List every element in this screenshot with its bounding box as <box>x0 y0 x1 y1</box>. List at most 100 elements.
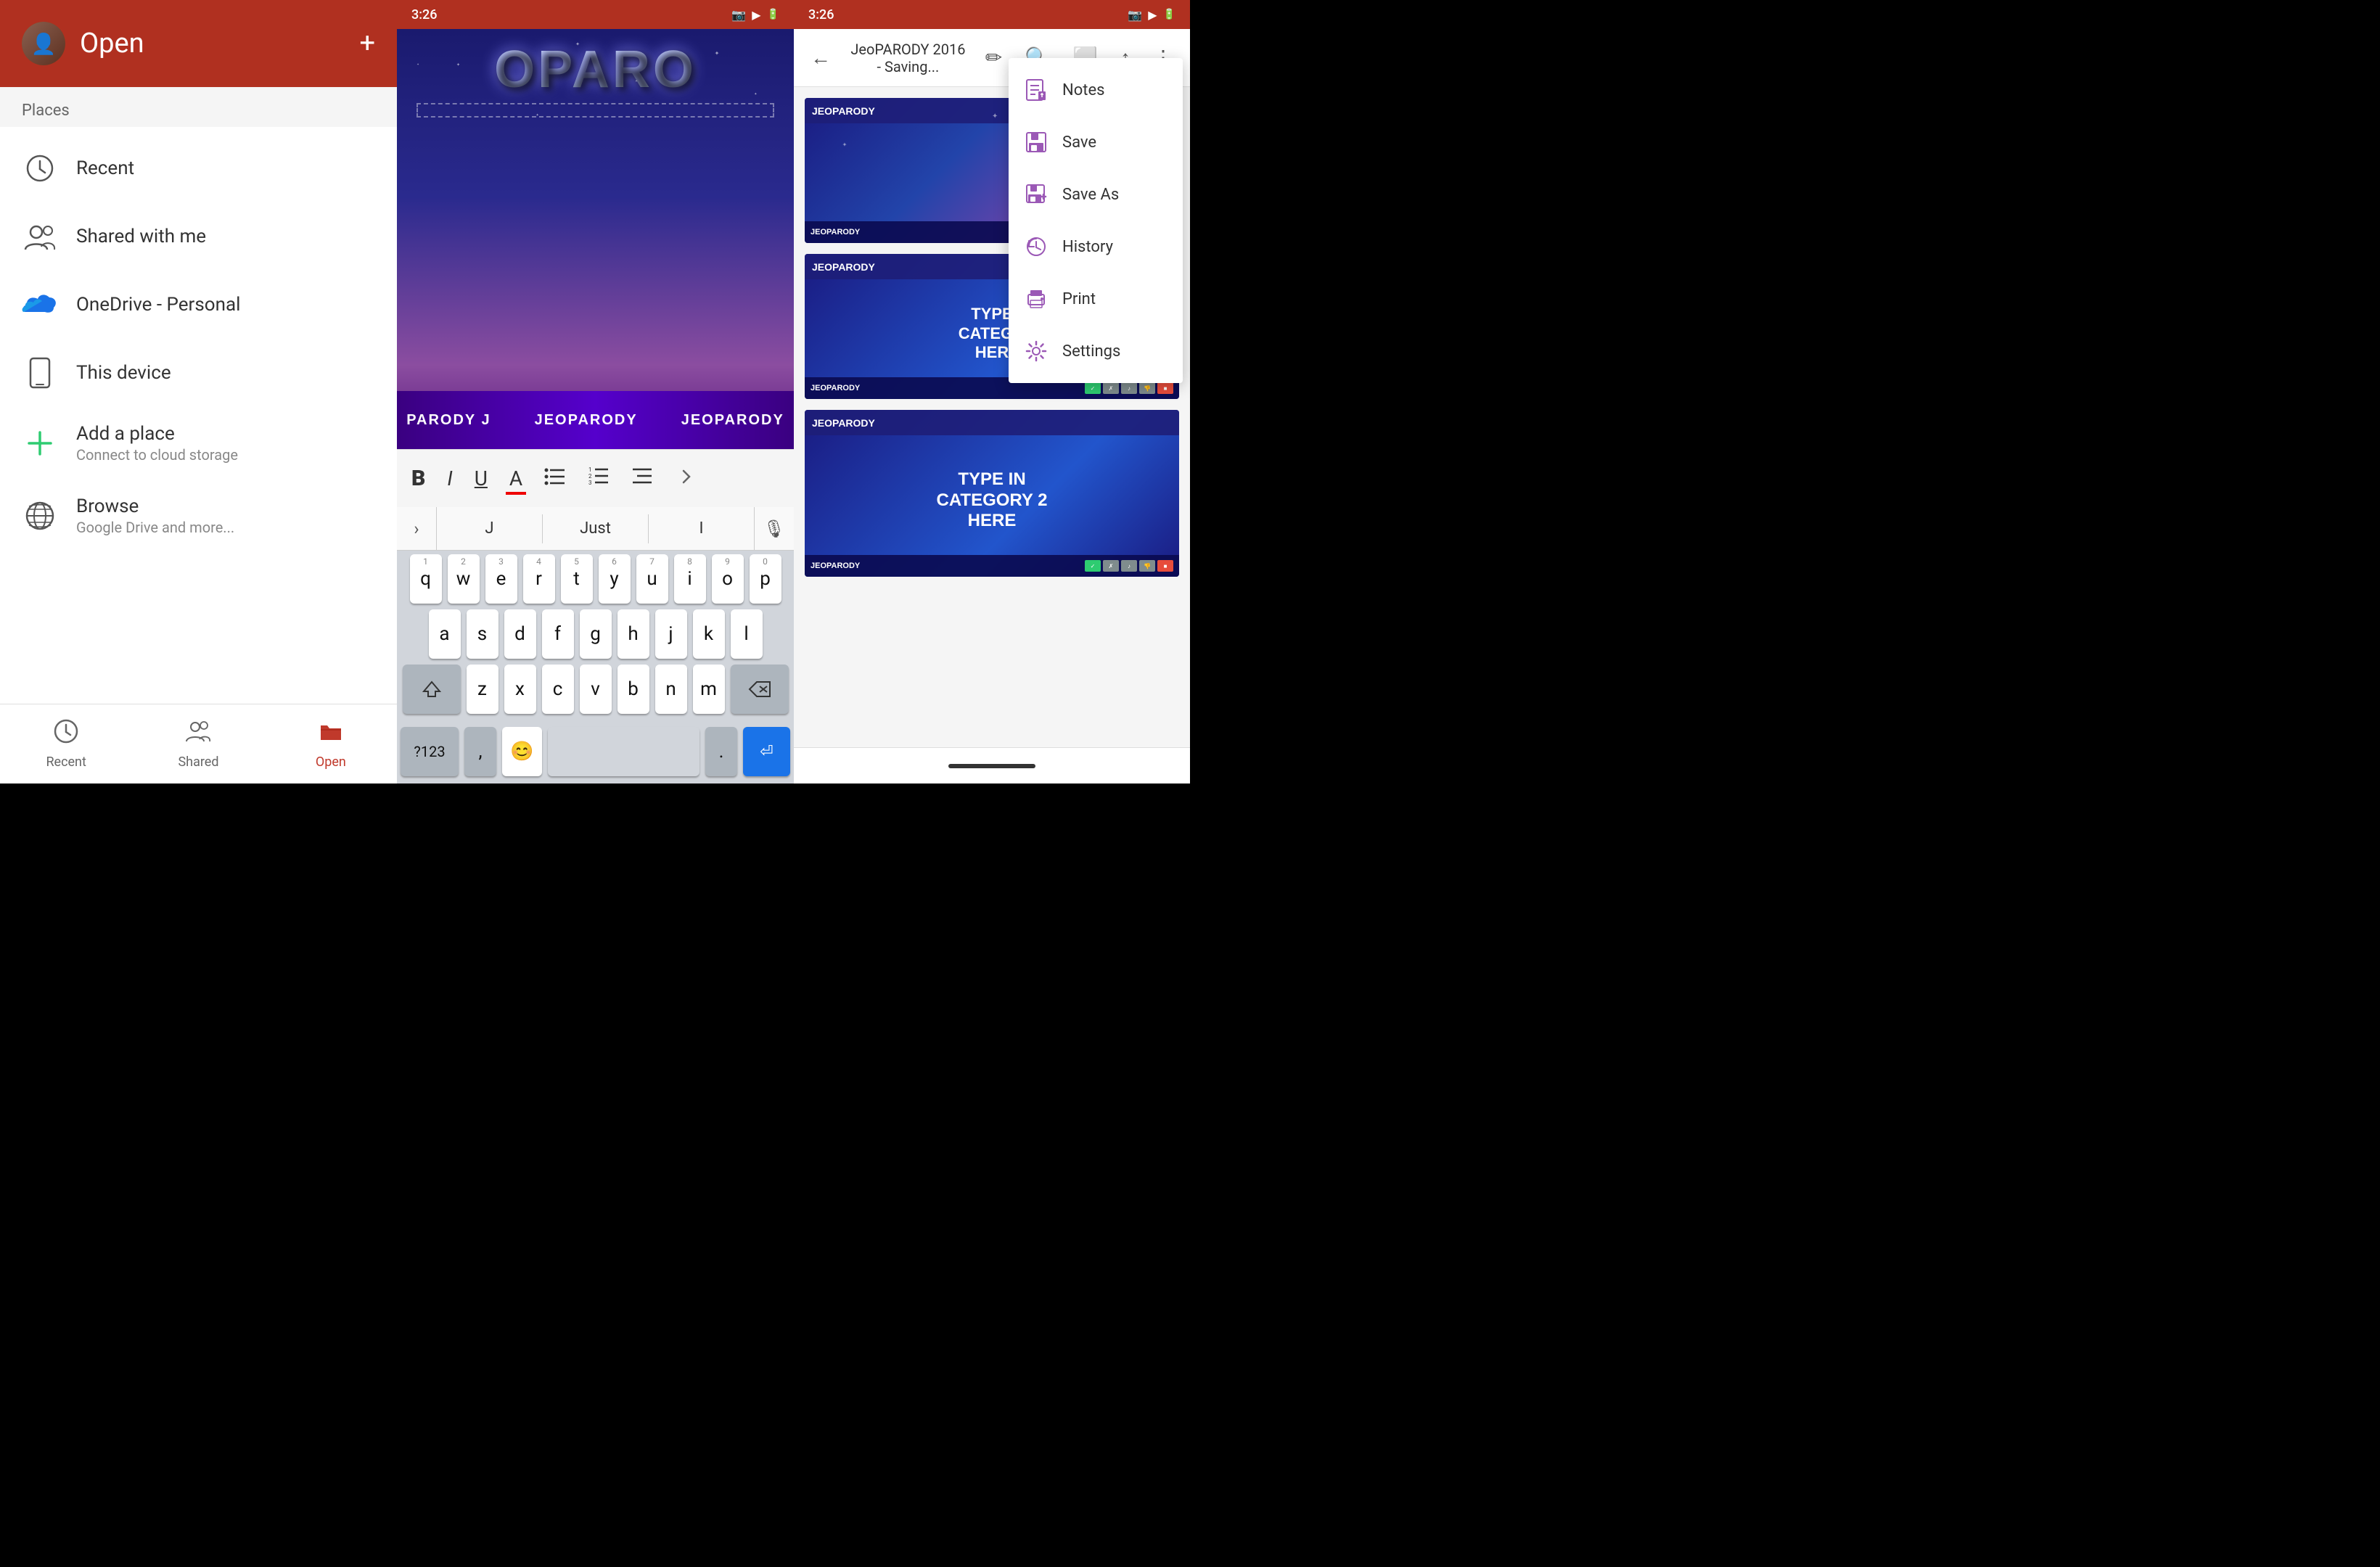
dropdown-print[interactable]: Print <box>1009 273 1183 325</box>
page-title: Open <box>80 28 345 59</box>
slide-2-btn-wrong[interactable]: ✗ <box>1103 382 1119 394</box>
slide-2-btn-boo[interactable]: 👎 <box>1139 382 1155 394</box>
dropdown-settings[interactable]: Settings <box>1009 325 1183 377</box>
key-g[interactable]: g <box>580 609 612 659</box>
indent-button[interactable] <box>628 462 657 495</box>
back-button[interactable]: ← <box>805 40 837 75</box>
slide-3-btn-boo[interactable]: 👎 <box>1139 560 1155 572</box>
panel2-statusbar: 3:26 📷 ▶ 🔋 <box>397 0 794 29</box>
key-h[interactable]: h <box>617 609 649 659</box>
slide-3-btn-silence[interactable]: ■ <box>1157 560 1173 572</box>
edit-button[interactable]: ✏ <box>980 40 1008 75</box>
slide-edit-area[interactable]: ✦ ✦ ✦ ✦ ✦ ✦ ✦ OPARO PARODY J JEOPARODY J… <box>397 29 794 449</box>
bottom-nav-open[interactable]: Open <box>265 704 397 784</box>
symbols-key[interactable]: ?123 <box>401 727 459 776</box>
numbered-list-button[interactable]: 1 2 3 <box>584 462 613 495</box>
key-o[interactable]: 9o <box>712 554 744 604</box>
slide-3-btn-wrong[interactable]: ✗ <box>1103 560 1119 572</box>
suggestion-just[interactable]: Just <box>543 519 648 538</box>
key-a[interactable]: a <box>429 609 461 659</box>
bottom-nav-shared[interactable]: Shared <box>132 704 264 784</box>
suggestion-arrow[interactable]: › <box>397 507 437 550</box>
key-row-1: 1q 2w 3e 4r 5t 6y 7u 8i 9o 0p <box>401 554 790 604</box>
key-j[interactable]: j <box>655 609 687 659</box>
key-b[interactable]: b <box>617 665 649 714</box>
color-button[interactable]: A <box>506 463 526 495</box>
key-y[interactable]: 6y <box>599 554 631 604</box>
recent-nav-label: Recent <box>46 754 86 770</box>
slide-2-btn-cheer[interactable]: ♪ <box>1121 382 1137 394</box>
dropdown-notes[interactable]: Notes <box>1009 64 1183 116</box>
add-place-icon <box>22 425 58 461</box>
nav-item-shared[interactable]: Shared with me <box>0 202 397 271</box>
dropdown-saveas[interactable]: Save As <box>1009 168 1183 221</box>
key-r[interactable]: 4r <box>523 554 555 604</box>
key-f[interactable]: f <box>542 609 574 659</box>
nav-item-add-place[interactable]: Add a place Connect to cloud storage <box>0 407 397 480</box>
key-p[interactable]: 0p <box>750 554 781 604</box>
enter-key[interactable]: ⏎ <box>743 727 790 776</box>
shared-label: Shared with me <box>76 226 206 247</box>
emoji-key[interactable]: 😊 <box>502 727 542 776</box>
nav-item-browse[interactable]: Browse Google Drive and more... <box>0 480 397 552</box>
dropdown-history[interactable]: History <box>1009 221 1183 273</box>
svg-text:3: 3 <box>588 480 592 486</box>
nav-list: Recent Shared with me <box>0 127 397 704</box>
slide-3-footer: JEOPARODY ✓ ✗ ♪ 👎 ■ <box>805 555 1179 577</box>
nav-item-device[interactable]: This device <box>0 339 397 407</box>
key-k[interactable]: k <box>693 609 725 659</box>
slide-thumb-3[interactable]: JEOPARODY TYPE INCATEGORY 2HERE JEOPAROD… <box>805 410 1179 577</box>
avatar[interactable]: 👤 <box>22 22 65 65</box>
slide-2-btn-correct[interactable]: ✓ <box>1085 382 1101 394</box>
space-key[interactable] <box>548 727 699 776</box>
shift-key[interactable] <box>403 665 461 714</box>
key-u[interactable]: 7u <box>636 554 668 604</box>
key-v[interactable]: v <box>580 665 612 714</box>
play-icon: ▶ <box>752 8 760 22</box>
period-key[interactable]: . <box>705 727 737 776</box>
places-label: Places <box>0 87 397 127</box>
underline-button[interactable]: U <box>471 463 491 494</box>
italic-button[interactable]: I <box>443 463 456 494</box>
suggestion-j[interactable]: J <box>437 519 542 538</box>
backspace-key[interactable] <box>731 665 789 714</box>
nav-item-onedrive[interactable]: OneDrive - Personal <box>0 271 397 339</box>
document-title: JeoPARODY 2016 - Saving... <box>848 41 969 75</box>
key-n[interactable]: n <box>655 665 687 714</box>
key-q[interactable]: 1q <box>410 554 442 604</box>
history-icon <box>1023 234 1049 260</box>
key-e[interactable]: 3e <box>485 554 517 604</box>
key-w[interactable]: 2w <box>448 554 480 604</box>
key-s[interactable]: s <box>467 609 498 659</box>
key-d[interactable]: d <box>504 609 536 659</box>
panel3-navbar <box>794 747 1190 784</box>
shared-nav-label: Shared <box>178 754 218 770</box>
onedrive-text: OneDrive - Personal <box>76 294 240 316</box>
slide-3-btn-cheer[interactable]: ♪ <box>1121 560 1137 572</box>
expand-button[interactable] <box>671 463 696 494</box>
bottom-nav-recent[interactable]: Recent <box>0 704 132 784</box>
bold-button[interactable]: B <box>408 462 429 495</box>
comma-key[interactable]: , <box>464 727 496 776</box>
microphone-icon[interactable]: 🎙 <box>754 507 794 550</box>
key-l[interactable]: l <box>731 609 763 659</box>
dropdown-save[interactable]: Save <box>1009 116 1183 168</box>
key-m[interactable]: m <box>693 665 725 714</box>
add-place-label: Add a place <box>76 423 238 445</box>
slide-main-title[interactable]: OPARO <box>483 44 707 96</box>
key-t[interactable]: 5t <box>561 554 593 604</box>
keyboard-suggestions: › J Just I 🎙 <box>397 507 794 551</box>
slide-2-btn-silence[interactable]: ■ <box>1157 382 1173 394</box>
key-row-2: a s d f g h j k l <box>401 609 790 659</box>
key-c[interactable]: c <box>542 665 574 714</box>
history-label: History <box>1062 238 1113 256</box>
nav-item-recent[interactable]: Recent <box>0 134 397 202</box>
suggestion-i[interactable]: I <box>649 519 754 538</box>
bullet-list-button[interactable] <box>541 463 570 495</box>
device-label: This device <box>76 362 171 384</box>
key-z[interactable]: z <box>467 665 498 714</box>
add-button[interactable]: + <box>359 28 375 59</box>
slide-3-btn-correct[interactable]: ✓ <box>1085 560 1101 572</box>
key-i[interactable]: 8i <box>674 554 706 604</box>
key-x[interactable]: x <box>504 665 536 714</box>
